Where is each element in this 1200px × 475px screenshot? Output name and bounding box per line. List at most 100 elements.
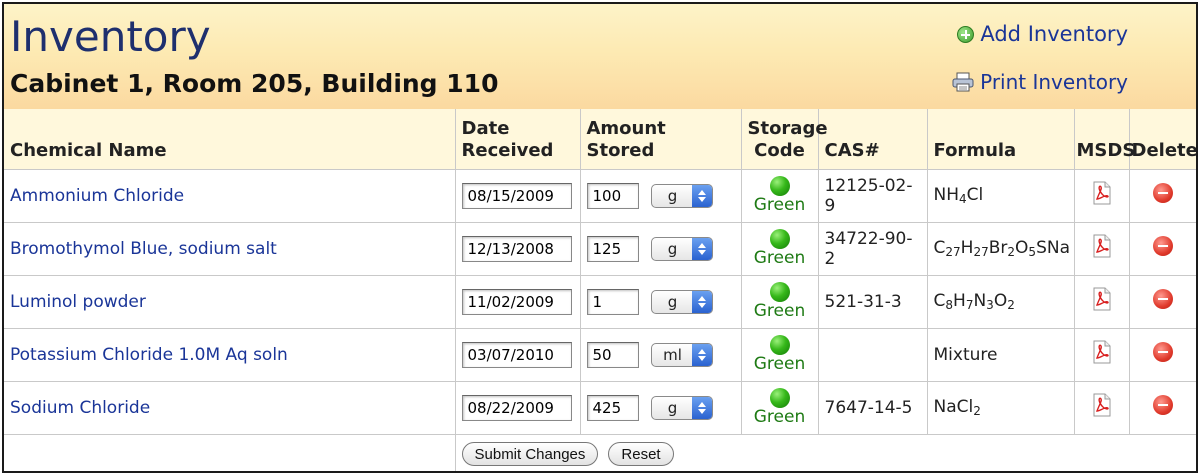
- formula-part: SNa: [1036, 238, 1070, 258]
- cas-cell: 7647-14-5: [818, 381, 928, 435]
- date-received-input[interactable]: [461, 288, 572, 315]
- col-header-msds: MSDS: [1074, 109, 1135, 170]
- delete-cell: [1129, 222, 1196, 276]
- green-dot-icon: [769, 176, 790, 197]
- chemical-name-link[interactable]: Bromothymol Blue, sodium salt: [10, 239, 277, 259]
- date-received-cell: [455, 381, 581, 435]
- formula-part: C: [933, 291, 946, 311]
- green-dot-icon: [769, 335, 790, 356]
- pdf-icon[interactable]: [1092, 181, 1112, 205]
- date-received-cell: [455, 328, 581, 382]
- reset-button[interactable]: Reset: [608, 442, 674, 466]
- col-header-storage-line1: Storage: [747, 117, 828, 139]
- amount-stored-cell: g: [580, 169, 742, 223]
- amount-input[interactable]: [586, 235, 639, 262]
- green-dot-icon: [769, 229, 790, 250]
- formula-subscript: 2: [1007, 245, 1016, 259]
- chemical-name-cell: Ammonium Chloride: [4, 169, 456, 223]
- storage-code-cell: Green: [741, 169, 819, 223]
- amount-input[interactable]: [586, 288, 639, 315]
- col-header-date-received[interactable]: Date Received: [455, 109, 581, 170]
- cas-cell: 521-31-3: [818, 275, 928, 329]
- table-row: Luminol powder g Green 521-31-3 C8H7N3O2: [4, 275, 1196, 329]
- delete-cell: [1129, 275, 1196, 329]
- formula-text: C27H27Br2O5SNa: [934, 238, 1071, 259]
- minus-circle-icon[interactable]: [1152, 236, 1173, 256]
- date-received-input[interactable]: [461, 394, 572, 421]
- storage-code-label: Green: [753, 195, 806, 216]
- chemical-name-link[interactable]: Ammonium Chloride: [10, 186, 184, 206]
- col-header-storage-code[interactable]: Storage Code: [741, 109, 828, 170]
- msds-cell: [1074, 222, 1130, 276]
- minus-circle-icon[interactable]: [1152, 183, 1173, 203]
- formula-text: NaCl2: [933, 397, 981, 418]
- col-header-chemical-name[interactable]: Chemical Name: [4, 109, 456, 170]
- cas-cell: [818, 328, 928, 382]
- location-subtitle: Cabinet 1, Room 205, Building 110: [10, 69, 499, 98]
- formula-part: NaCl: [933, 397, 974, 417]
- formula-part: O: [993, 291, 1008, 311]
- green-dot-icon: [769, 388, 790, 409]
- amount-input[interactable]: [586, 341, 639, 368]
- unit-select[interactable]: g: [650, 236, 713, 261]
- date-received-input[interactable]: [461, 182, 572, 209]
- add-inventory-link[interactable]: Add Inventory: [957, 22, 1128, 46]
- pdf-icon[interactable]: [1092, 393, 1112, 417]
- amount-input[interactable]: [586, 394, 639, 421]
- unit-select[interactable]: g: [650, 289, 713, 314]
- pdf-icon[interactable]: [1092, 287, 1112, 311]
- storage-code-cell: Green: [741, 381, 819, 435]
- table-header-row: Chemical Name Date Received Amount Store…: [4, 109, 1196, 170]
- chemical-name-link[interactable]: Potassium Chloride 1.0M Aq soln: [10, 345, 288, 365]
- col-header-date-line1: Date: [461, 117, 510, 139]
- col-header-cas[interactable]: CAS#: [818, 109, 928, 170]
- msds-cell: [1074, 381, 1130, 435]
- amount-input[interactable]: [586, 182, 639, 209]
- footer-spacer: [4, 434, 456, 471]
- storage-code-cell: Green: [741, 275, 819, 329]
- date-received-input[interactable]: [461, 341, 572, 368]
- chemical-name-link[interactable]: Sodium Chloride: [10, 398, 150, 418]
- formula-part: N: [973, 291, 987, 311]
- inventory-table: Chemical Name Date Received Amount Store…: [4, 109, 1196, 471]
- minus-circle-icon[interactable]: [1152, 395, 1173, 415]
- col-header-formula[interactable]: Formula: [927, 109, 1075, 170]
- table-row: Potassium Chloride 1.0M Aq soln ml Green…: [4, 328, 1196, 382]
- pdf-icon[interactable]: [1092, 234, 1112, 258]
- formula-cell: Mixture: [927, 328, 1075, 382]
- table-row: Bromothymol Blue, sodium salt g Green 34…: [4, 222, 1196, 276]
- formula-cell: C8H7N3O2: [927, 275, 1075, 329]
- minus-circle-icon[interactable]: [1152, 289, 1173, 309]
- col-header-storage-line2: Code: [754, 140, 805, 161]
- select-arrows-icon: [691, 237, 712, 260]
- formula-subscript: 4: [959, 192, 967, 206]
- form-actions-row: Submit Changes Reset: [4, 434, 1196, 471]
- print-inventory-label: Print Inventory: [980, 70, 1128, 94]
- msds-cell: [1074, 169, 1130, 223]
- printer-icon: [952, 72, 974, 92]
- pdf-icon[interactable]: [1092, 340, 1112, 364]
- minus-circle-icon[interactable]: [1152, 342, 1173, 362]
- cas-cell: 34722-90-2: [818, 222, 928, 276]
- submit-changes-button[interactable]: Submit Changes: [461, 442, 599, 466]
- unit-select[interactable]: ml: [650, 342, 713, 367]
- print-inventory-link[interactable]: Print Inventory: [952, 70, 1128, 94]
- unit-select[interactable]: g: [650, 395, 713, 420]
- storage-code-label: Green: [753, 301, 806, 322]
- msds-cell: [1074, 328, 1130, 382]
- chemical-name-link[interactable]: Luminol powder: [10, 292, 146, 312]
- chemical-name-cell: Bromothymol Blue, sodium salt: [4, 222, 456, 276]
- chemical-name-cell: Potassium Chloride 1.0M Aq soln: [4, 328, 456, 382]
- add-inventory-label: Add Inventory: [980, 22, 1128, 46]
- amount-stored-cell: ml: [580, 328, 742, 382]
- delete-cell: [1129, 169, 1196, 223]
- select-arrows-icon: [691, 290, 712, 313]
- col-header-delete: Delete: [1129, 109, 1196, 170]
- date-received-input[interactable]: [461, 235, 572, 262]
- col-header-amount-stored[interactable]: Amount Stored: [580, 109, 742, 170]
- delete-cell: [1129, 328, 1196, 382]
- select-arrows-icon: [691, 184, 712, 207]
- amount-stored-cell: g: [580, 381, 742, 435]
- page-header: Inventory Cabinet 1, Room 205, Building …: [4, 4, 1196, 109]
- unit-select[interactable]: g: [650, 183, 713, 208]
